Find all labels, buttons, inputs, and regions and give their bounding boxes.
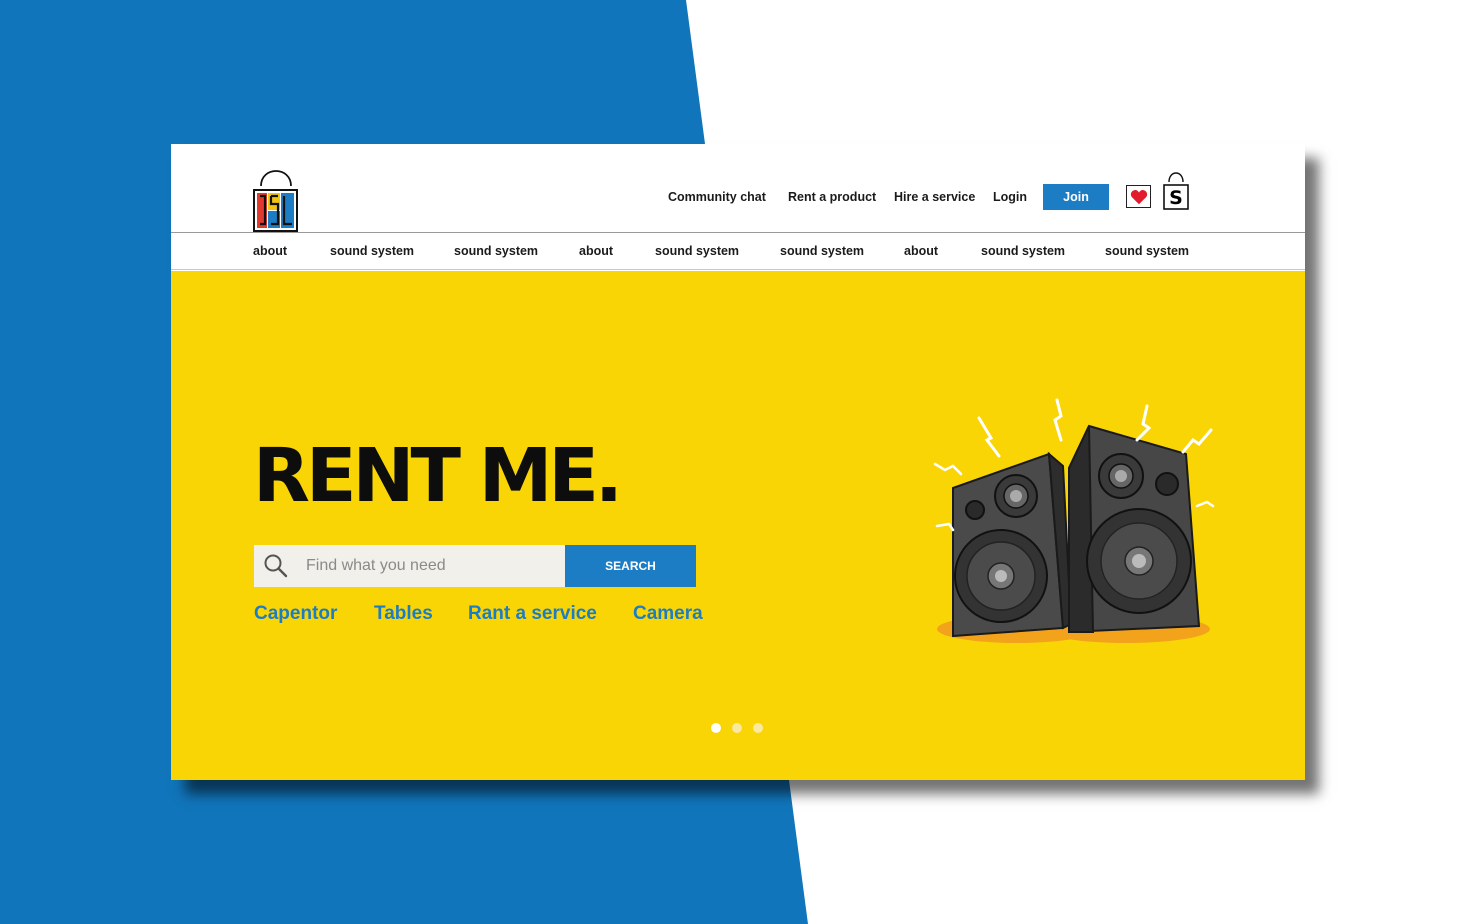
search-bar (254, 545, 565, 587)
speakers-illustration (933, 398, 1215, 643)
nav-item-sound-system[interactable]: sound system (780, 244, 864, 258)
carousel-dot[interactable] (711, 723, 721, 733)
quick-link-camera[interactable]: Camera (633, 603, 703, 625)
browser-page: Community chat Rent a product Hire a ser… (171, 144, 1305, 780)
hero-banner: RENT ME. SEARCH Capentor Tables Rant a s… (171, 271, 1305, 780)
cart-letter: S (1169, 187, 1183, 209)
login-link[interactable]: Login (993, 190, 1027, 204)
heart-icon (1130, 189, 1147, 204)
nav-item-about[interactable]: about (904, 244, 938, 258)
carousel-dots (711, 723, 771, 735)
nav-item-sound-system[interactable]: sound system (330, 244, 414, 258)
site-header: Community chat Rent a product Hire a ser… (171, 144, 1305, 232)
nav-item-sound-system[interactable]: sound system (655, 244, 739, 258)
nav-item-sound-system[interactable]: sound system (454, 244, 538, 258)
quick-link-tables[interactable]: Tables (374, 603, 433, 625)
search-input[interactable] (304, 556, 558, 576)
carousel-dot[interactable] (753, 723, 763, 733)
hire-service-link[interactable]: Hire a service (894, 190, 975, 204)
join-button[interactable]: Join (1043, 184, 1109, 210)
carousel-dot[interactable] (732, 723, 742, 733)
search-icon (264, 554, 288, 578)
category-nav: about sound system sound system about so… (171, 232, 1305, 270)
community-chat-link[interactable]: Community chat (668, 190, 766, 204)
quick-link-capentor[interactable]: Capentor (254, 603, 337, 625)
nav-item-sound-system[interactable]: sound system (981, 244, 1065, 258)
cart-button[interactable]: S (1161, 166, 1191, 212)
quick-link-rant-a-service[interactable]: Rant a service (468, 603, 597, 625)
rent-product-link[interactable]: Rent a product (788, 190, 876, 204)
wishlist-button[interactable] (1126, 185, 1151, 208)
hero-title: RENT ME. (253, 433, 623, 519)
nav-item-about[interactable]: about (579, 244, 613, 258)
nav-item-sound-system[interactable]: sound system (1105, 244, 1189, 258)
nav-item-about[interactable]: about (253, 244, 287, 258)
search-button[interactable]: SEARCH (565, 545, 696, 587)
